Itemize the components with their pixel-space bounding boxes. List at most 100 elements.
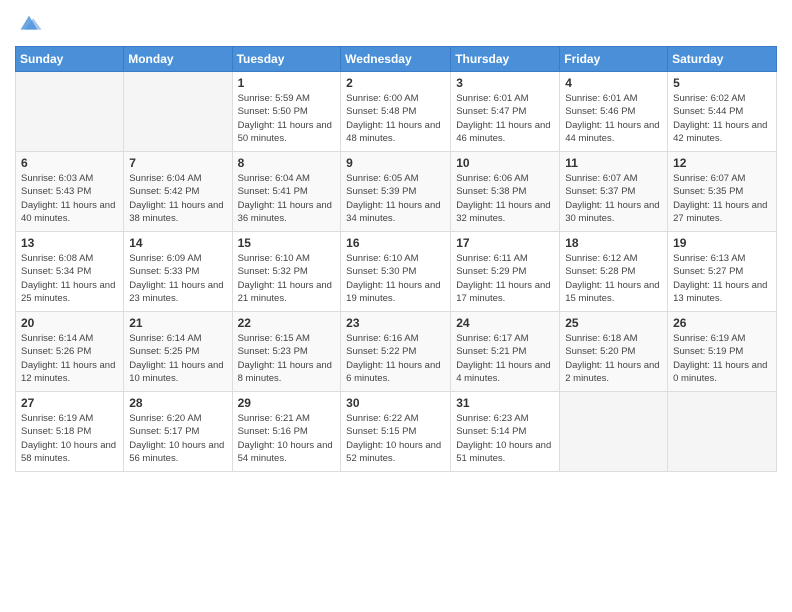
day-number: 23	[346, 316, 445, 330]
day-number: 1	[238, 76, 336, 90]
day-of-week-thursday: Thursday	[451, 47, 560, 72]
day-info: Sunrise: 6:14 AMSunset: 5:26 PMDaylight:…	[21, 332, 118, 385]
day-info: Sunrise: 6:15 AMSunset: 5:23 PMDaylight:…	[238, 332, 336, 385]
day-number: 28	[129, 396, 226, 410]
calendar-cell: 16 Sunrise: 6:10 AMSunset: 5:30 PMDayligh…	[341, 232, 451, 312]
day-number: 21	[129, 316, 226, 330]
week-row-4: 20 Sunrise: 6:14 AMSunset: 5:26 PMDayligh…	[16, 312, 777, 392]
day-info: Sunrise: 6:06 AMSunset: 5:38 PMDaylight:…	[456, 172, 554, 225]
calendar-cell: 18Sunrise: 6:12 AMSunset: 5:28 PMDayligh…	[560, 232, 668, 312]
day-number: 4	[565, 76, 662, 90]
calendar-cell	[124, 72, 232, 152]
calendar-cell: 19Sunrise: 6:13 AMSunset: 5:27 PMDayligh…	[668, 232, 777, 312]
day-number: 10	[456, 156, 554, 170]
day-info: Sunrise: 6:04 AMSunset: 5:41 PMDaylight:…	[238, 172, 336, 225]
day-info: Sunrise: 6:00 AMSunset: 5:48 PMDaylight:…	[346, 92, 445, 145]
day-number: 31	[456, 396, 554, 410]
calendar-cell: 5Sunrise: 6:02 AMSunset: 5:44 PMDaylight…	[668, 72, 777, 152]
calendar-cell: 27 Sunrise: 6:19 AMSunset: 5:18 PMDayligh…	[16, 392, 124, 472]
week-row-1: 1 Sunrise: 5:59 AMSunset: 5:50 PMDaylight…	[16, 72, 777, 152]
day-number: 20	[21, 316, 118, 330]
day-number: 17	[456, 236, 554, 250]
day-number: 6	[21, 156, 118, 170]
day-info: Sunrise: 6:01 AMSunset: 5:47 PMDaylight:…	[456, 92, 554, 145]
calendar-cell: 7 Sunrise: 6:04 AMSunset: 5:42 PMDaylight…	[124, 152, 232, 232]
day-info: Sunrise: 6:11 AMSunset: 5:29 PMDaylight:…	[456, 252, 554, 305]
day-of-week-monday: Monday	[124, 47, 232, 72]
day-info: Sunrise: 6:20 AMSunset: 5:17 PMDaylight:…	[129, 412, 226, 465]
day-info: Sunrise: 6:16 AMSunset: 5:22 PMDaylight:…	[346, 332, 445, 385]
calendar-cell: 24 Sunrise: 6:17 AMSunset: 5:21 PMDayligh…	[451, 312, 560, 392]
day-info: Sunrise: 6:05 AMSunset: 5:39 PMDaylight:…	[346, 172, 445, 225]
day-number: 16	[346, 236, 445, 250]
calendar-cell	[668, 392, 777, 472]
day-number: 24	[456, 316, 554, 330]
calendar-cell: 8Sunrise: 6:04 AMSunset: 5:41 PMDaylight…	[232, 152, 341, 232]
day-number: 29	[238, 396, 336, 410]
day-info: Sunrise: 6:14 AMSunset: 5:25 PMDaylight:…	[129, 332, 226, 385]
day-info: Sunrise: 6:10 AMSunset: 5:30 PMDaylight:…	[346, 252, 445, 305]
week-row-3: 13 Sunrise: 6:08 AMSunset: 5:34 PMDayligh…	[16, 232, 777, 312]
day-info: Sunrise: 6:04 AMSunset: 5:42 PMDaylight:…	[129, 172, 226, 225]
calendar-cell: 10 Sunrise: 6:06 AMSunset: 5:38 PMDayligh…	[451, 152, 560, 232]
day-info: Sunrise: 6:19 AMSunset: 5:18 PMDaylight:…	[21, 412, 118, 465]
page-header	[15, 10, 777, 38]
day-number: 18	[565, 236, 662, 250]
calendar-cell: 26 Sunrise: 6:19 AMSunset: 5:19 PMDayligh…	[668, 312, 777, 392]
day-info: Sunrise: 6:18 AMSunset: 5:20 PMDaylight:…	[565, 332, 662, 385]
calendar-cell: 13 Sunrise: 6:08 AMSunset: 5:34 PMDayligh…	[16, 232, 124, 312]
day-number: 13	[21, 236, 118, 250]
day-info: Sunrise: 6:23 AMSunset: 5:14 PMDaylight:…	[456, 412, 554, 465]
day-of-week-wednesday: Wednesday	[341, 47, 451, 72]
day-info: Sunrise: 6:02 AMSunset: 5:44 PMDaylight:…	[673, 92, 771, 145]
week-row-5: 27 Sunrise: 6:19 AMSunset: 5:18 PMDayligh…	[16, 392, 777, 472]
day-number: 25	[565, 316, 662, 330]
day-number: 30	[346, 396, 445, 410]
day-number: 22	[238, 316, 336, 330]
calendar-cell: 12 Sunrise: 6:07 AMSunset: 5:35 PMDayligh…	[668, 152, 777, 232]
logo-icon	[15, 10, 43, 38]
day-info: Sunrise: 6:07 AMSunset: 5:35 PMDaylight:…	[673, 172, 771, 225]
calendar-cell: 11 Sunrise: 6:07 AMSunset: 5:37 PMDayligh…	[560, 152, 668, 232]
calendar-cell: 20 Sunrise: 6:14 AMSunset: 5:26 PMDayligh…	[16, 312, 124, 392]
day-info: Sunrise: 6:22 AMSunset: 5:15 PMDaylight:…	[346, 412, 445, 465]
day-info: Sunrise: 6:03 AMSunset: 5:43 PMDaylight:…	[21, 172, 118, 225]
calendar-cell: 1 Sunrise: 5:59 AMSunset: 5:50 PMDaylight…	[232, 72, 341, 152]
day-info: Sunrise: 6:08 AMSunset: 5:34 PMDaylight:…	[21, 252, 118, 305]
calendar-cell: 25 Sunrise: 6:18 AMSunset: 5:20 PMDayligh…	[560, 312, 668, 392]
calendar-cell	[560, 392, 668, 472]
calendar-cell	[16, 72, 124, 152]
day-info: Sunrise: 5:59 AMSunset: 5:50 PMDaylight:…	[238, 92, 336, 145]
week-row-2: 6 Sunrise: 6:03 AMSunset: 5:43 PMDaylight…	[16, 152, 777, 232]
day-number: 7	[129, 156, 226, 170]
calendar-cell: 30 Sunrise: 6:22 AMSunset: 5:15 PMDayligh…	[341, 392, 451, 472]
day-number: 9	[346, 156, 445, 170]
calendar-cell: 29 Sunrise: 6:21 AMSunset: 5:16 PMDayligh…	[232, 392, 341, 472]
calendar-cell: 3 Sunrise: 6:01 AMSunset: 5:47 PMDaylight…	[451, 72, 560, 152]
calendar-cell: 21 Sunrise: 6:14 AMSunset: 5:25 PMDayligh…	[124, 312, 232, 392]
logo	[15, 10, 47, 38]
day-info: Sunrise: 6:07 AMSunset: 5:37 PMDaylight:…	[565, 172, 662, 225]
day-number: 14	[129, 236, 226, 250]
day-info: Sunrise: 6:17 AMSunset: 5:21 PMDaylight:…	[456, 332, 554, 385]
day-number: 3	[456, 76, 554, 90]
day-number: 12	[673, 156, 771, 170]
day-number: 27	[21, 396, 118, 410]
calendar-cell: 23 Sunrise: 6:16 AMSunset: 5:22 PMDayligh…	[341, 312, 451, 392]
calendar-table: SundayMondayTuesdayWednesdayThursdayFrid…	[15, 46, 777, 472]
calendar-cell: 22 Sunrise: 6:15 AMSunset: 5:23 PMDayligh…	[232, 312, 341, 392]
day-info: Sunrise: 6:09 AMSunset: 5:33 PMDaylight:…	[129, 252, 226, 305]
day-info: Sunrise: 6:21 AMSunset: 5:16 PMDaylight:…	[238, 412, 336, 465]
days-of-week-row: SundayMondayTuesdayWednesdayThursdayFrid…	[16, 47, 777, 72]
day-number: 11	[565, 156, 662, 170]
day-number: 26	[673, 316, 771, 330]
calendar-body: 1 Sunrise: 5:59 AMSunset: 5:50 PMDaylight…	[16, 72, 777, 472]
calendar-cell: 9 Sunrise: 6:05 AMSunset: 5:39 PMDaylight…	[341, 152, 451, 232]
calendar-cell: 6 Sunrise: 6:03 AMSunset: 5:43 PMDaylight…	[16, 152, 124, 232]
day-number: 19	[673, 236, 771, 250]
day-info: Sunrise: 6:10 AMSunset: 5:32 PMDaylight:…	[238, 252, 336, 305]
day-number: 2	[346, 76, 445, 90]
day-info: Sunrise: 6:19 AMSunset: 5:19 PMDaylight:…	[673, 332, 771, 385]
calendar-cell: 31 Sunrise: 6:23 AMSunset: 5:14 PMDayligh…	[451, 392, 560, 472]
calendar-cell: 2 Sunrise: 6:00 AMSunset: 5:48 PMDaylight…	[341, 72, 451, 152]
